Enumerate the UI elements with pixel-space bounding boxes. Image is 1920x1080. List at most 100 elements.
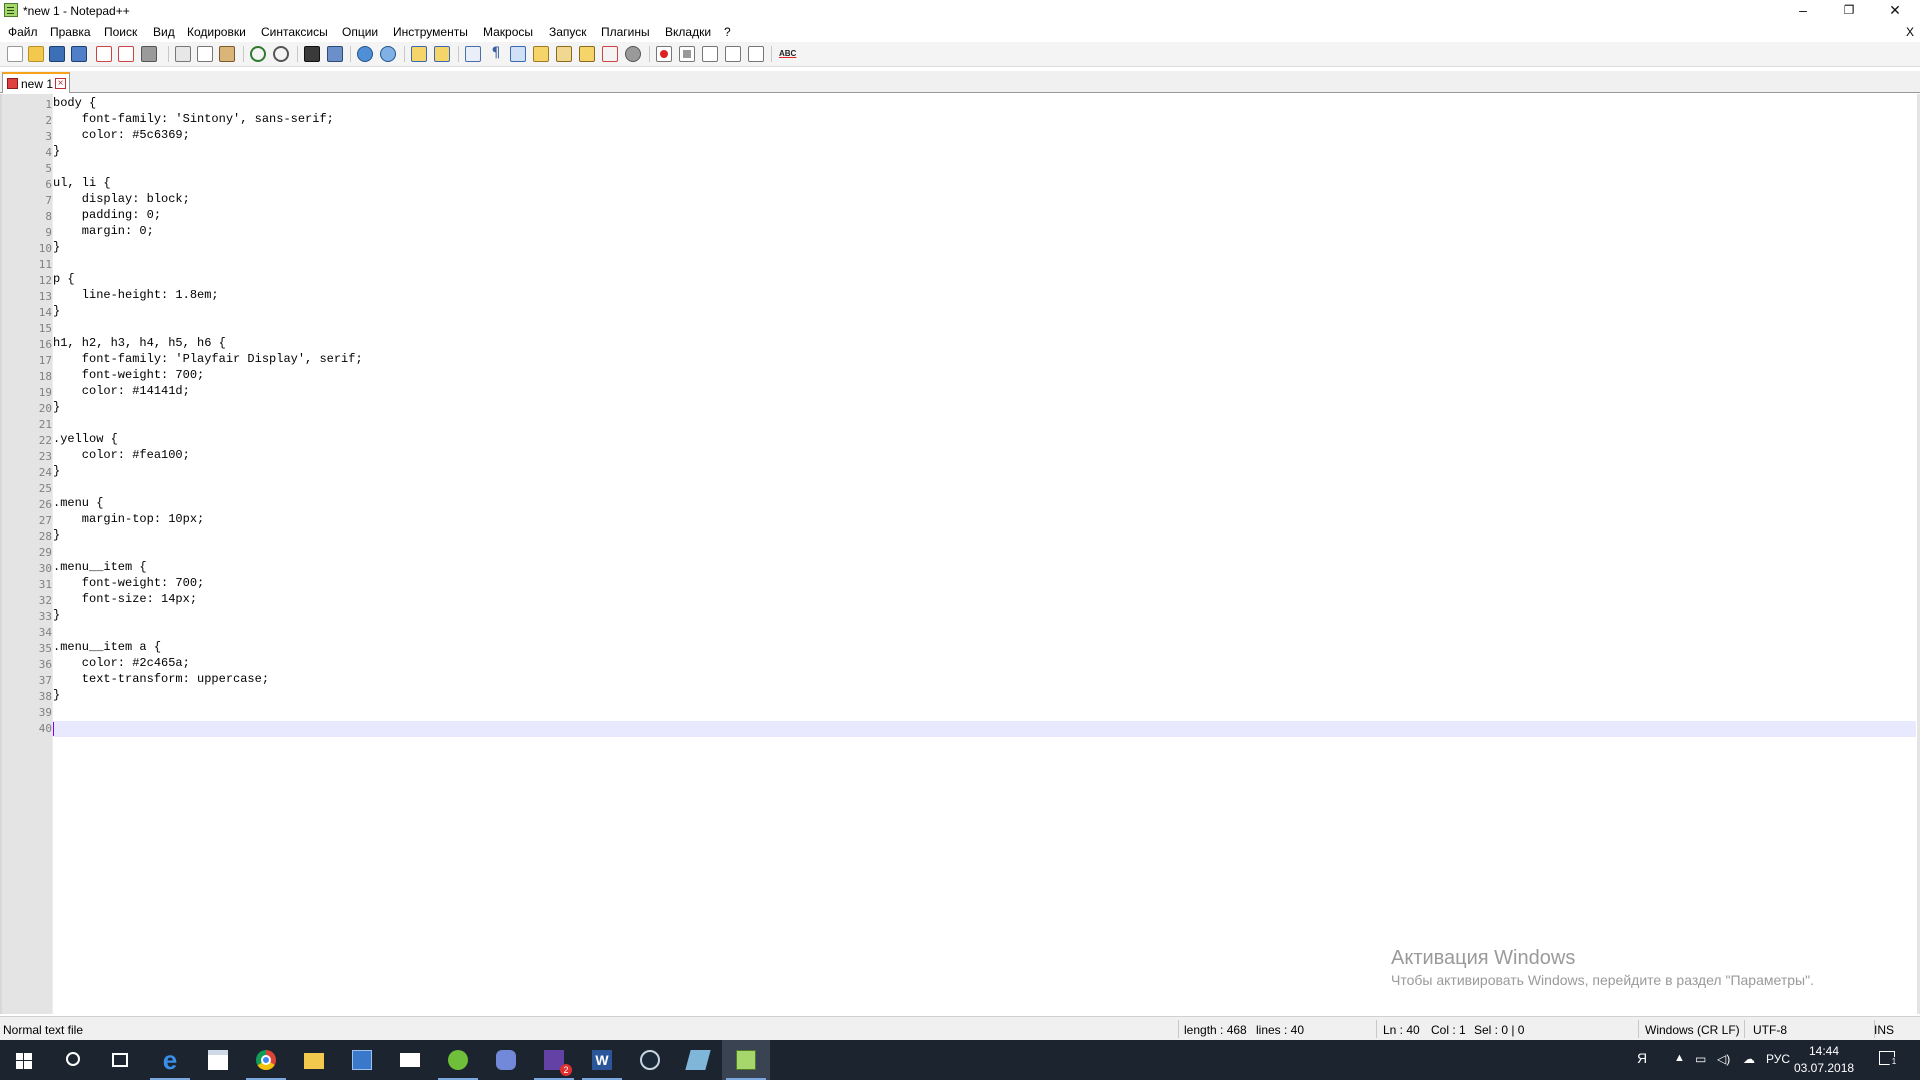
record-macro-icon[interactable] <box>656 46 672 62</box>
code-line[interactable]: } <box>53 688 60 702</box>
store-button[interactable] <box>194 1040 242 1080</box>
menu-file[interactable]: Файл <box>8 25 38 39</box>
cut-icon[interactable] <box>175 46 191 62</box>
menu-syntax[interactable]: Синтаксисы <box>261 25 328 39</box>
redo-icon[interactable] <box>273 46 289 62</box>
search-taskbar-button[interactable] <box>48 1040 96 1080</box>
code-line[interactable]: .menu__item { <box>53 560 147 574</box>
stop-record-icon[interactable] <box>679 46 695 62</box>
code-line[interactable]: text-transform: uppercase; <box>53 672 269 686</box>
language-indicator[interactable]: РУС <box>1766 1052 1790 1066</box>
code-line[interactable]: } <box>53 608 60 622</box>
find-icon[interactable] <box>304 46 320 62</box>
menu-options[interactable]: Опции <box>342 25 378 39</box>
mail-button[interactable] <box>386 1040 434 1080</box>
code-line[interactable]: font-weight: 700; <box>53 368 204 382</box>
status-encoding[interactable]: UTF-8 <box>1753 1023 1787 1037</box>
copy-icon[interactable] <box>197 46 213 62</box>
file-explorer-button[interactable] <box>290 1040 338 1080</box>
code-line[interactable]: font-family: 'Sintony', sans-serif; <box>53 112 334 126</box>
menu-tools[interactable]: Инструменты <box>393 25 468 39</box>
discord-button[interactable] <box>482 1040 530 1080</box>
chrome-button[interactable] <box>242 1040 290 1080</box>
menu-help[interactable]: ? <box>724 25 731 39</box>
taskbar-clock[interactable]: 14:44 03.07.2018 <box>1794 1043 1854 1077</box>
menu-search[interactable]: Поиск <box>104 25 137 39</box>
new-file-icon[interactable] <box>7 46 23 62</box>
calculator-button[interactable] <box>338 1040 386 1080</box>
code-line[interactable]: display: block; <box>53 192 190 206</box>
code-line[interactable]: ul, li { <box>53 176 111 190</box>
code-line[interactable]: p { <box>53 272 75 286</box>
volume-icon[interactable]: ◁) <box>1717 1052 1730 1066</box>
replace-icon[interactable] <box>327 46 343 62</box>
code-line[interactable]: font-weight: 700; <box>53 576 204 590</box>
title-bar[interactable]: *new 1 - Notepad++ – ❐ ✕ <box>0 0 1920 22</box>
code-line[interactable]: color: #5c6369; <box>53 128 190 142</box>
record-macro-icon-alt[interactable] <box>625 46 641 62</box>
onedrive-icon[interactable]: ☁ <box>1743 1052 1755 1066</box>
save-macro-icon[interactable] <box>748 46 764 62</box>
menu-macros[interactable]: Макросы <box>483 25 533 39</box>
close-button[interactable]: ✕ <box>1872 0 1918 22</box>
print-icon[interactable] <box>141 46 157 62</box>
code-line[interactable]: margin-top: 10px; <box>53 512 204 526</box>
word-button[interactable]: W <box>578 1040 626 1080</box>
twitch-button[interactable]: 2 <box>530 1040 578 1080</box>
run-macro-multiple-icon[interactable] <box>725 46 741 62</box>
notepadpp-taskbar-button[interactable] <box>722 1040 770 1080</box>
minimize-button[interactable]: – <box>1780 0 1826 22</box>
restore-button[interactable]: ❐ <box>1826 0 1872 22</box>
spell-check-icon[interactable]: ABC <box>779 46 799 62</box>
undo-icon[interactable] <box>250 46 266 62</box>
code-line[interactable]: } <box>53 400 60 414</box>
save-all-icon[interactable] <box>71 46 87 62</box>
code-line[interactable]: color: #2c465a; <box>53 656 190 670</box>
document-map-icon[interactable] <box>533 46 549 62</box>
zoom-in-icon[interactable] <box>357 46 373 62</box>
code-line[interactable]: .menu__item a { <box>53 640 161 654</box>
menu-encoding[interactable]: Кодировки <box>187 25 246 39</box>
close-icon[interactable] <box>96 46 112 62</box>
indent-guide-icon[interactable] <box>510 46 526 62</box>
code-line[interactable]: .yellow { <box>53 432 118 446</box>
task-view-button[interactable] <box>96 1040 144 1080</box>
save-icon[interactable] <box>49 46 65 62</box>
code-line[interactable]: } <box>53 528 60 542</box>
editor[interactable] <box>0 94 1920 1014</box>
steam-button[interactable] <box>626 1040 674 1080</box>
tab-new-1[interactable]: new 1 × <box>2 72 70 93</box>
show-all-chars-icon[interactable]: ¶ <box>488 46 504 62</box>
code-line[interactable]: .menu { <box>53 496 103 510</box>
status-mode[interactable]: INS <box>1874 1023 1894 1037</box>
code-line[interactable]: line-height: 1.8em; <box>53 288 219 302</box>
code-line[interactable]: } <box>53 464 60 478</box>
zoom-out-icon[interactable] <box>380 46 396 62</box>
code-line[interactable]: } <box>53 304 60 318</box>
open-file-icon[interactable] <box>28 46 44 62</box>
code-line[interactable]: font-family: 'Playfair Display', serif; <box>53 352 363 366</box>
menu-run[interactable]: Запуск <box>549 25 587 39</box>
chevron-up-icon[interactable]: ▲ <box>1674 1052 1685 1064</box>
book-button[interactable] <box>674 1040 722 1080</box>
code-line[interactable]: font-size: 14px; <box>53 592 197 606</box>
notification-center-icon[interactable]: 1 <box>1879 1051 1899 1067</box>
network-icon[interactable]: ▭ <box>1695 1052 1706 1066</box>
edge-button[interactable]: e <box>146 1040 194 1080</box>
code-line[interactable]: margin: 0; <box>53 224 154 238</box>
close-all-icon[interactable] <box>118 46 134 62</box>
code-line[interactable]: } <box>53 144 60 158</box>
code-line[interactable]: } <box>53 240 60 254</box>
menu-plugins[interactable]: Плагины <box>601 25 650 39</box>
people-icon[interactable]: Я <box>1637 1050 1647 1066</box>
code-line[interactable]: body { <box>53 96 96 110</box>
code-line[interactable]: padding: 0; <box>53 208 161 222</box>
monitoring-icon[interactable] <box>602 46 618 62</box>
tab-close-icon[interactable]: × <box>55 78 66 89</box>
function-list-icon[interactable] <box>556 46 572 62</box>
code-line[interactable]: h1, h2, h3, h4, h5, h6 { <box>53 336 226 350</box>
sync-horizontal-icon[interactable] <box>434 46 450 62</box>
play-macro-icon[interactable] <box>702 46 718 62</box>
menu-view[interactable]: Вид <box>153 25 175 39</box>
paste-icon[interactable] <box>219 46 235 62</box>
